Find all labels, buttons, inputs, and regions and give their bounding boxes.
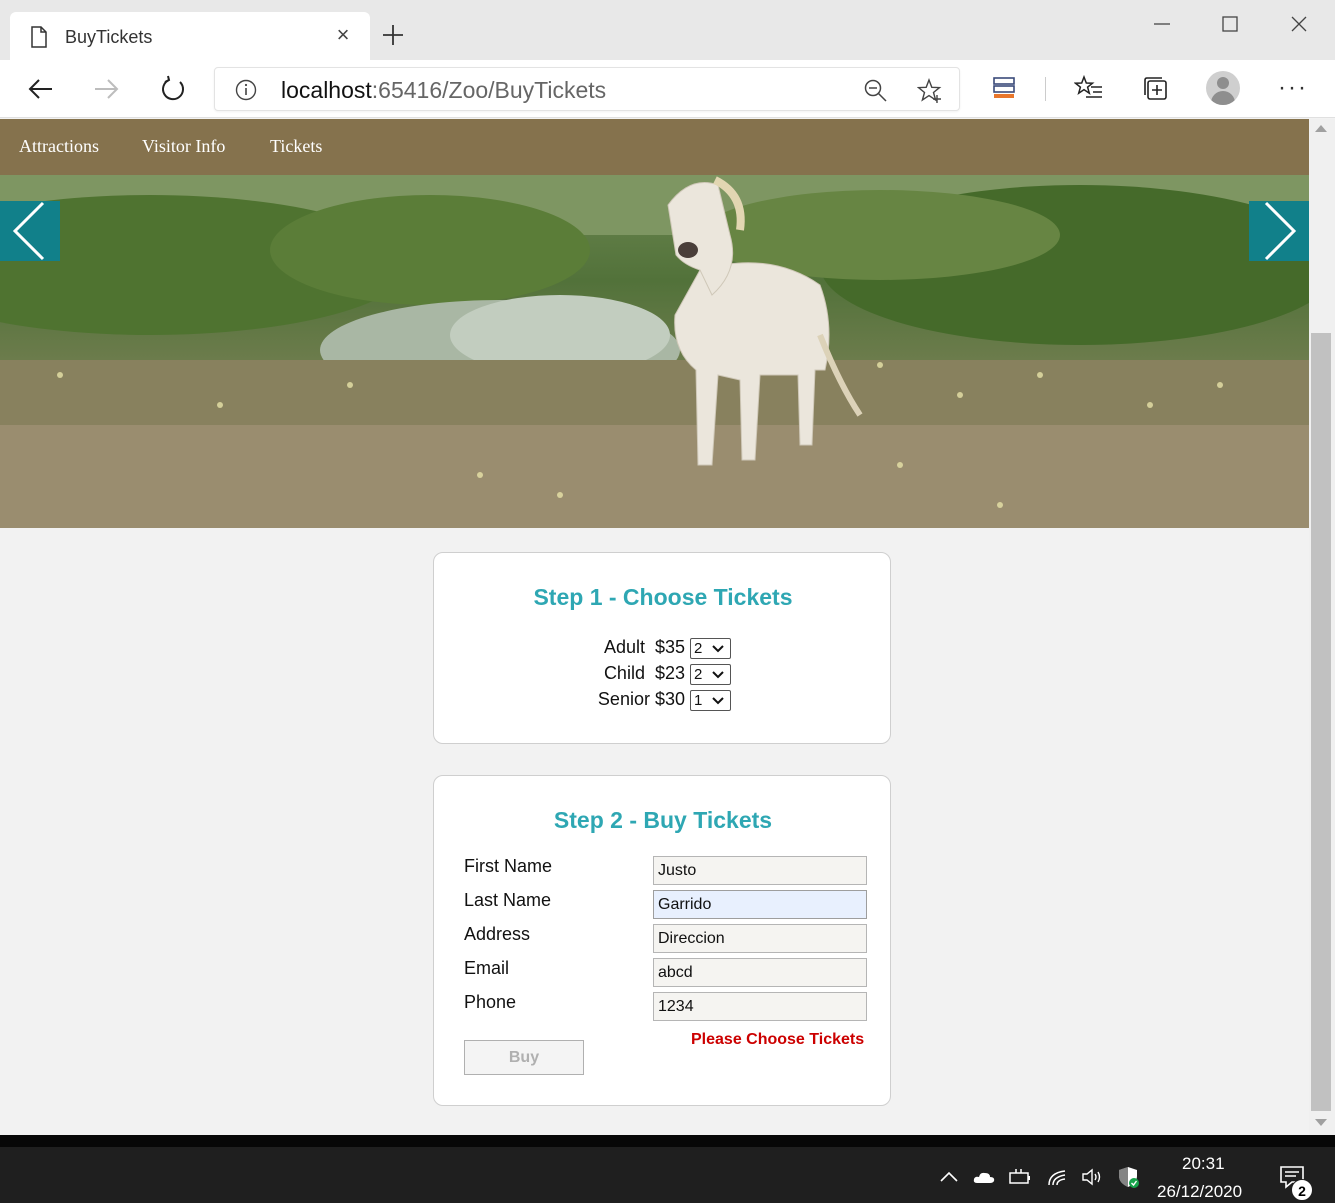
minimize-icon[interactable] [1148,10,1176,38]
adult-quantity-select[interactable]: 2 [690,638,731,659]
ticket-row-adult: Adult $35 [584,637,685,659]
clock-date[interactable]: 26/12/2020 [1157,1182,1242,1202]
last-name-label: Last Name [464,890,552,910]
chevron-down-icon [712,671,724,679]
scrollbar-thumb[interactable] [1311,333,1331,1111]
onedrive-cloud-icon[interactable] [972,1165,996,1189]
select-value: 1 [694,692,703,709]
address-bar[interactable]: localhost:65416/Zoo/BuyTickets [214,67,960,111]
forward-arrow-icon[interactable] [91,74,121,104]
more-options-icon[interactable]: ··· [1278,74,1308,102]
url-host: localhost [281,77,372,103]
scroll-up-icon[interactable] [1315,125,1327,132]
page-viewport: Attractions Visitor Info Tickets Step 1 … [0,119,1309,1135]
step1-title: Step 1 - Choose Tickets [533,584,793,610]
close-window-icon[interactable] [1285,10,1313,38]
buy-button[interactable]: Buy [464,1040,584,1075]
nav-attractions[interactable]: Attractions [19,136,99,157]
buy-tickets-card: Step 2 - Buy Tickets First Name Last Nam… [433,775,891,1106]
notification-count-badge: 2 [1291,1179,1313,1201]
last-name-input[interactable] [653,890,867,919]
step2-title: Step 2 - Buy Tickets [553,807,773,833]
address-input[interactable] [653,924,867,953]
chevron-right-icon [1264,201,1297,261]
browser-tab-bar: BuyTickets × [0,0,1335,60]
favorite-star-icon[interactable] [917,78,943,104]
wifi-icon[interactable] [1045,1165,1069,1189]
page-scrollbar[interactable] [1309,119,1335,1135]
profile-avatar[interactable] [1206,71,1240,105]
show-hidden-icons-chevron-up-icon[interactable] [937,1165,961,1189]
hero-horse-image [0,175,1309,528]
chevron-down-icon [712,697,724,705]
hero-carousel [0,175,1309,528]
ticket-label: Senior $30 [597,689,685,709]
ticket-label: Adult $35 [603,637,685,657]
document-icon [31,26,47,48]
zoom-out-icon[interactable] [863,78,889,104]
site-navigation: Attractions Visitor Info Tickets [0,119,1309,175]
new-tab-icon[interactable] [380,22,406,48]
select-value: 2 [694,640,703,657]
ticket-row-child: Child $23 [584,663,685,685]
site-info-icon[interactable] [235,79,257,101]
validation-error-message: Please Choose Tickets [691,1031,865,1048]
carousel-next-button[interactable] [1249,201,1309,261]
avatar-body [1211,91,1235,105]
ticket-label: Child $23 [603,663,685,683]
refresh-icon[interactable] [158,74,188,104]
phone-label: Phone [464,992,517,1012]
browser-toolbar: localhost:65416/Zoo/BuyTickets ··· [0,60,1335,118]
first-name-input[interactable] [653,856,867,885]
taskbar-edge [0,1135,1335,1147]
first-name-label: First Name [464,856,553,876]
collections-stack-icon[interactable] [989,74,1019,104]
avatar-head [1217,77,1229,89]
ticket-row-senior: Senior $30 [584,689,685,711]
windows-security-shield-icon[interactable] [1116,1165,1140,1189]
url-path: :65416/Zoo/BuyTickets [371,77,607,103]
windows-taskbar: 20:31 26/12/2020 2 [0,1147,1335,1203]
email-input[interactable] [653,958,867,987]
choose-tickets-card: Step 1 - Choose Tickets Adult $35 2 Chil… [433,552,891,744]
tab-title: BuyTickets [65,27,153,47]
select-value: 2 [694,666,703,683]
phone-input[interactable] [653,992,867,1021]
nav-tickets[interactable]: Tickets [270,136,322,157]
carousel-prev-button[interactable] [0,201,60,261]
collections-icon[interactable] [1141,74,1171,104]
scroll-down-icon[interactable] [1315,1119,1327,1126]
maximize-icon[interactable] [1216,10,1244,38]
favorites-list-icon[interactable] [1074,74,1104,104]
nav-visitor-info[interactable]: Visitor Info [142,136,225,157]
senior-quantity-select[interactable]: 1 [690,690,731,711]
child-quantity-select[interactable]: 2 [690,664,731,685]
address-label: Address [464,924,531,944]
chevron-down-icon [712,645,724,653]
back-arrow-icon[interactable] [26,74,56,104]
battery-charging-icon[interactable] [1008,1165,1032,1189]
url-text[interactable]: localhost:65416/Zoo/BuyTickets [281,77,606,104]
email-label: Email [464,958,510,978]
volume-speaker-icon[interactable] [1080,1165,1104,1189]
chevron-left-icon [12,201,45,261]
toolbar-separator [1045,77,1046,101]
clock-time[interactable]: 20:31 [1182,1154,1225,1174]
tab-close-icon[interactable]: × [332,24,354,46]
browser-tab[interactable]: BuyTickets × [10,12,370,60]
